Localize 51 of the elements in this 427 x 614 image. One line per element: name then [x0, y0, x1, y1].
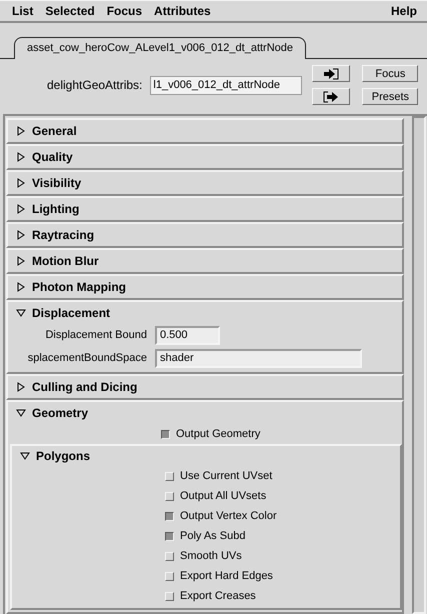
checkbox-label: Smooth UVs — [180, 548, 242, 564]
input-field[interactable]: shader — [155, 349, 362, 368]
field-label: Displacement Bound — [44, 328, 148, 344]
expand-triangle-icon[interactable] — [16, 126, 26, 136]
expand-triangle-icon[interactable] — [16, 152, 26, 162]
focus-button[interactable]: Focus — [362, 65, 418, 82]
menu-item[interactable]: Attributes — [148, 2, 217, 20]
node-name-field[interactable]: l1_v006_012_dt_attrNode — [150, 76, 302, 95]
section-header[interactable]: Quality — [32, 148, 73, 166]
field-label: splacementBoundSpace — [26, 351, 148, 366]
checkbox-label: Export Hard Edges — [180, 568, 273, 584]
collapse-triangle-icon[interactable] — [16, 308, 26, 318]
expand-triangle-icon[interactable] — [16, 282, 26, 292]
arrow-out-box-icon — [323, 90, 340, 103]
section-header[interactable]: Lighting — [32, 200, 80, 218]
load-node-button[interactable] — [312, 65, 350, 82]
section-header[interactable]: Geometry — [32, 404, 88, 422]
checkbox-label: Use Current UVset — [180, 468, 272, 484]
menu-item[interactable]: Focus — [100, 2, 148, 20]
section-header[interactable]: Culling and Dicing — [32, 378, 138, 396]
section-header[interactable]: Visibility — [32, 174, 82, 192]
section-header[interactable]: Motion Blur — [32, 252, 99, 270]
menu-item[interactable]: Help — [386, 2, 421, 20]
section-header[interactable]: Photon Mapping — [32, 278, 126, 296]
tab[interactable]: asset_cow_heroCow_ALevel1_v006_012_dt_attrNode — [14, 36, 306, 59]
expand-triangle-icon[interactable] — [16, 256, 26, 266]
section-header[interactable]: Raytracing — [32, 226, 94, 244]
select-node-button[interactable] — [312, 88, 350, 106]
checkbox[interactable] — [165, 512, 174, 520]
checkbox-label: Output All UVsets — [180, 488, 266, 504]
section-header[interactable]: General — [32, 122, 77, 140]
checkbox-label: Output Geometry — [176, 426, 260, 442]
checkbox[interactable] — [161, 430, 170, 438]
menu-item[interactable]: Selected — [39, 2, 101, 20]
collapse-triangle-icon[interactable] — [20, 451, 30, 461]
presets-button[interactable]: Presets — [362, 88, 418, 106]
node-label: delightGeoAttribs: — [47, 77, 142, 94]
checkbox[interactable] — [165, 532, 174, 540]
collapse-triangle-icon[interactable] — [16, 408, 26, 418]
arrow-in-box-icon — [323, 68, 340, 80]
checkbox-label: Export Creases — [180, 588, 256, 604]
checkbox-label: Output Vertex Color — [180, 508, 277, 524]
expand-triangle-icon[interactable] — [16, 382, 26, 392]
input-field[interactable]: 0.500 — [155, 326, 220, 345]
expand-triangle-icon[interactable] — [16, 230, 26, 240]
section-header[interactable]: Polygons — [36, 447, 90, 465]
expand-triangle-icon[interactable] — [16, 178, 26, 188]
expand-triangle-icon[interactable] — [16, 204, 26, 214]
menu-item[interactable]: List — [6, 2, 40, 20]
checkbox-label: Poly As Subd — [180, 528, 246, 544]
section-header[interactable]: Displacement — [32, 304, 110, 322]
